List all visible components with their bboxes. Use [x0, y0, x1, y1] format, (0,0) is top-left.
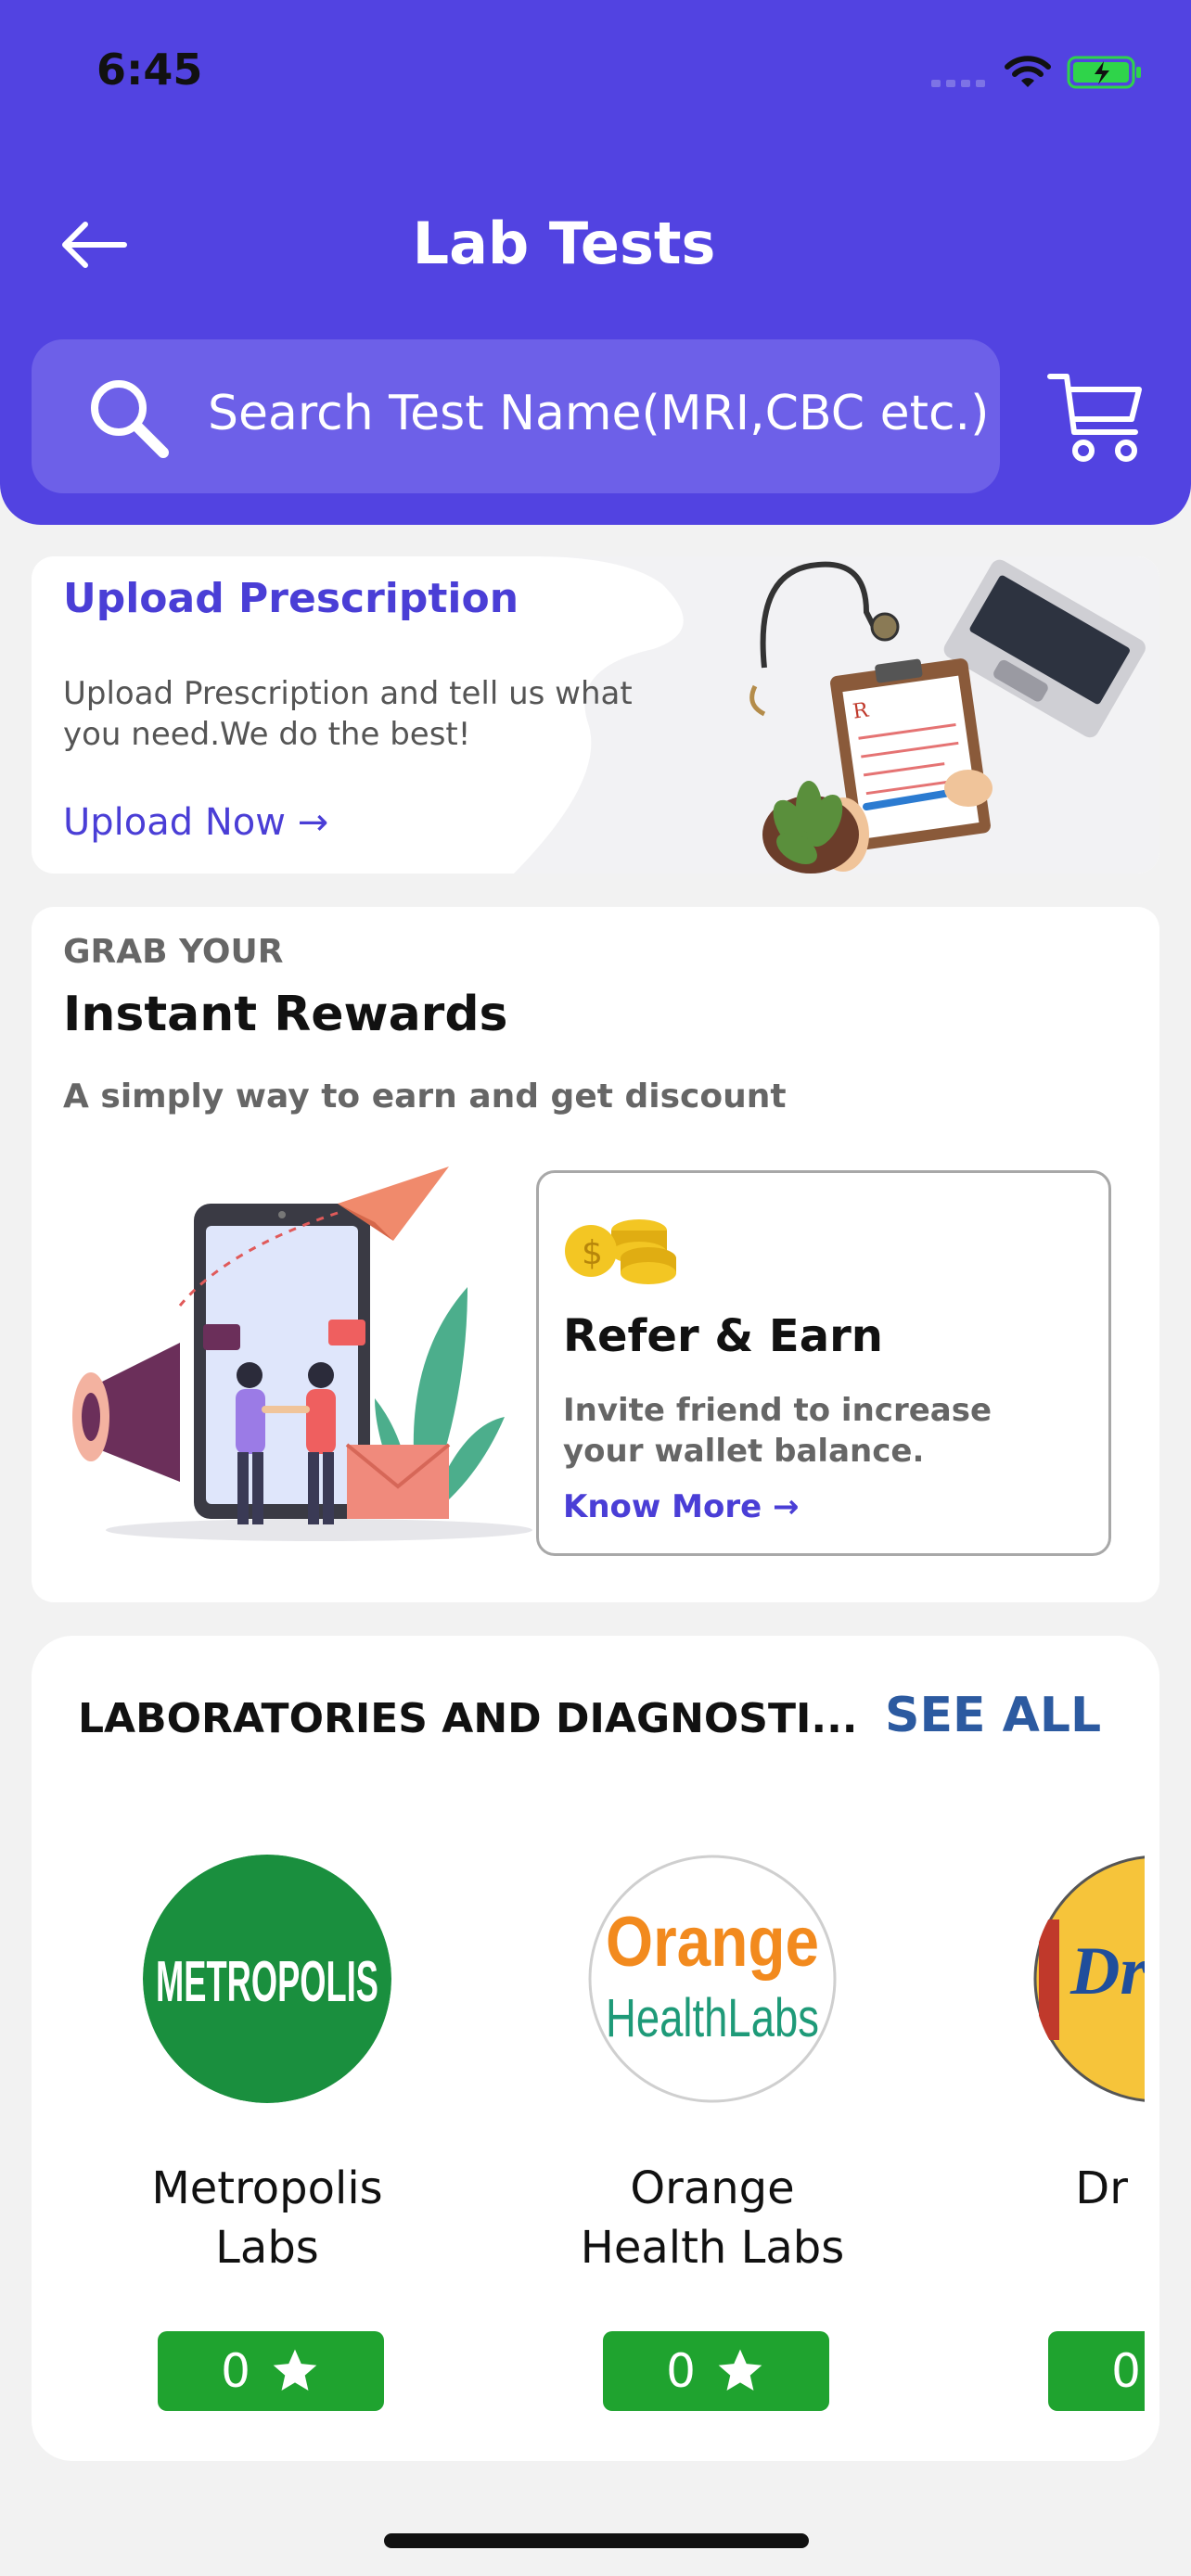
know-more-link[interactable]: Know More →	[563, 1488, 800, 1525]
labs-carousel[interactable]: METROPOLIS Metropolis Labs 0 Orange Heal…	[32, 1636, 1145, 2461]
wifi-icon	[1005, 56, 1051, 87]
lab-item-orange-health[interactable]: Orange HealthLabs Orange Health Labs 0	[564, 1855, 861, 2429]
refer-title: Refer & Earn	[563, 1310, 883, 1362]
lab-name: Dr Path	[1075, 2162, 1145, 2214]
search-placeholder: Search Test Name(MRI,CBC etc.)	[208, 386, 990, 441]
upload-prescription-card[interactable]: R Upload Prescription Upload Prescriptio…	[32, 556, 1159, 874]
lab-rating-badge: 0	[603, 2331, 829, 2411]
rewards-subtitle: A simply way to earn and get discount	[63, 1078, 787, 1116]
status-time: 6:45	[96, 45, 203, 95]
rating-value: 0	[221, 2344, 250, 2398]
lab-rating-badge: 0	[158, 2331, 384, 2411]
metropolis-logo: METROPOLIS	[143, 1855, 391, 2103]
rating-value: 0	[666, 2344, 696, 2398]
upload-description: Upload Prescription and tell us what you…	[63, 675, 633, 753]
page-title: Lab Tests	[412, 210, 716, 277]
rewards-title: Instant Rewards	[63, 987, 508, 1042]
battery-icon	[1067, 56, 1141, 89]
dr-lal-logo: DrLa	[1033, 1855, 1145, 2102]
healthlabs-logo-text: HealthLabs	[606, 1988, 819, 2048]
rewards-card: GRAB YOUR Instant Rewards A simply way t…	[32, 907, 1159, 1602]
rating-value: 0	[1111, 2344, 1141, 2398]
search-input[interactable]: Search Test Name(MRI,CBC etc.)	[32, 339, 1000, 493]
rewards-illustration	[72, 1167, 532, 1541]
rewards-kicker: GRAB YOUR	[63, 933, 284, 971]
cart-icon[interactable]	[1046, 367, 1146, 467]
orange-logo-text: Orange	[606, 1903, 819, 1982]
upload-now-link[interactable]: Upload Now →	[63, 801, 328, 844]
star-icon	[718, 2349, 762, 2391]
header: 6:45 Lab Tests Search Test Name(MRI,CBC …	[0, 0, 1191, 525]
lab-rating-badge: 0	[1048, 2331, 1145, 2411]
lab-item-metropolis[interactable]: METROPOLIS Metropolis Labs 0	[119, 1855, 416, 2429]
home-indicator[interactable]	[384, 2533, 809, 2548]
lab-name: Metropolis Labs	[151, 2162, 383, 2274]
refer-description: Invite friend to increase your wallet ba…	[563, 1392, 992, 1470]
labs-card: LABORATORIES AND DIAGNOSTI... SEE ALL ME…	[32, 1636, 1159, 2461]
coins-icon: $	[565, 1219, 676, 1284]
metropolis-logo-text: METROPOLIS	[156, 1950, 378, 2014]
dr-lal-logo-text: DrLa	[1069, 1933, 1145, 2009]
lab-item-dr-path[interactable]: DrLa Dr Path 0	[1009, 1855, 1145, 2429]
svg-text:$: $	[582, 1234, 603, 1272]
cellular-signal-icon	[931, 80, 987, 87]
upload-title: Upload Prescription	[63, 575, 519, 622]
refer-earn-box[interactable]: $ Refer & Earn Invite friend to increase…	[536, 1170, 1111, 1556]
search-icon	[91, 380, 169, 458]
lab-name: Orange Health Labs	[580, 2162, 845, 2274]
orange-health-logo: Orange HealthLabs	[588, 1855, 837, 2103]
star-icon	[273, 2349, 317, 2391]
